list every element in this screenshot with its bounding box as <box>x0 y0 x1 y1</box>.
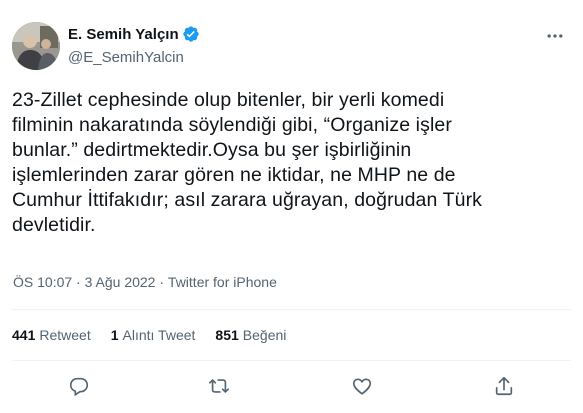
action-bar <box>0 372 583 400</box>
more-icon[interactable] <box>541 22 569 50</box>
author-row[interactable]: E. Semih Yalçın <box>68 25 200 43</box>
tweet-text: 23-Zillet cephesinde olup bitenler, bir … <box>12 89 483 236</box>
like-count: 851 <box>215 327 239 343</box>
tweet-meta: ÖS 10:07 · 3 Ağu 2022 · Twitter for iPho… <box>13 274 277 290</box>
retweet-count: 441 <box>12 327 36 343</box>
reply-icon[interactable] <box>65 372 93 400</box>
tweet-card: E. Semih Yalçın @E_SemihYalcin 23-Zillet… <box>0 0 583 413</box>
quote-count: 1 <box>110 327 119 343</box>
like-label: Beğeni <box>242 327 287 343</box>
quote-label: Alıntı Tweet <box>122 327 196 343</box>
retweet-label: Retweet <box>39 327 91 343</box>
tweet-source[interactable]: Twitter for iPhone <box>168 274 277 290</box>
divider <box>12 309 571 310</box>
tweet-date[interactable]: 3 Ağu 2022 <box>85 274 156 290</box>
divider-2 <box>12 360 571 361</box>
verified-badge-icon <box>182 26 199 42</box>
avatar[interactable] <box>12 22 60 70</box>
tweet-time[interactable]: ÖS 10:07 <box>13 274 72 290</box>
tweet-stats: 441 Retweet 1 Alıntı Tweet 851 Beğeni <box>12 327 306 343</box>
share-icon[interactable] <box>490 372 518 400</box>
author-handle[interactable]: @E_SemihYalcin <box>68 49 184 66</box>
retweet-stat[interactable]: 441 Retweet <box>12 327 91 343</box>
like-stat[interactable]: 851 Beğeni <box>215 327 286 343</box>
like-icon[interactable] <box>348 372 376 400</box>
retweet-icon[interactable] <box>205 372 233 400</box>
quote-stat[interactable]: 1 Alıntı Tweet <box>111 327 196 343</box>
author-name[interactable]: E. Semih Yalçın <box>68 26 179 43</box>
